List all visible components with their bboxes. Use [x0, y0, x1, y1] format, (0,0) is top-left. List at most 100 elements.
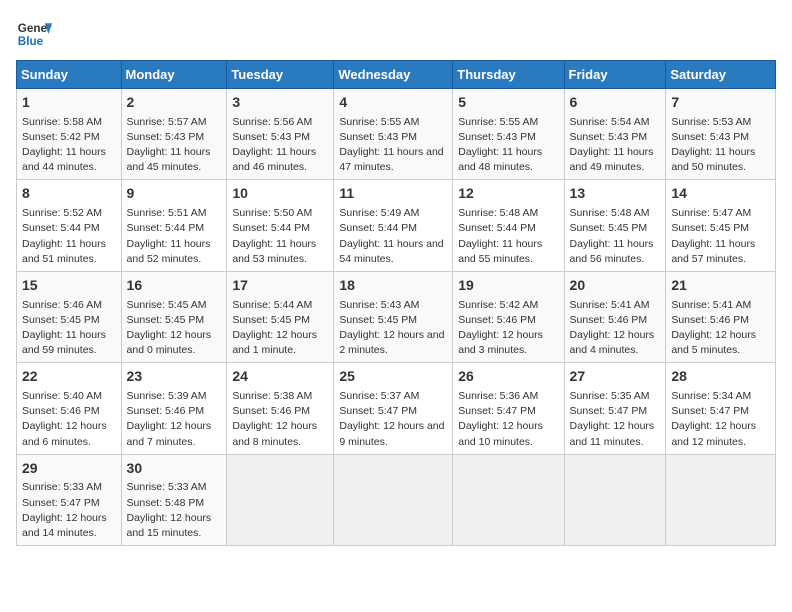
day-info: Sunrise: 5:36 AMSunset: 5:47 PMDaylight:… — [458, 389, 558, 450]
day-number: 24 — [232, 367, 328, 387]
day-number: 8 — [22, 184, 116, 204]
day-header-thursday: Thursday — [453, 61, 564, 89]
day-info: Sunrise: 5:53 AMSunset: 5:43 PMDaylight:… — [671, 115, 770, 176]
calendar-cell: 12 Sunrise: 5:48 AMSunset: 5:44 PMDaylig… — [453, 180, 564, 271]
day-number: 27 — [570, 367, 661, 387]
calendar-cell: 22 Sunrise: 5:40 AMSunset: 5:46 PMDaylig… — [17, 363, 122, 454]
day-header-saturday: Saturday — [666, 61, 776, 89]
day-number: 6 — [570, 93, 661, 113]
calendar-cell: 17 Sunrise: 5:44 AMSunset: 5:45 PMDaylig… — [227, 271, 334, 362]
day-info: Sunrise: 5:54 AMSunset: 5:43 PMDaylight:… — [570, 115, 661, 176]
calendar-cell — [453, 454, 564, 545]
day-number: 26 — [458, 367, 558, 387]
day-number: 11 — [339, 184, 447, 204]
calendar-cell: 5 Sunrise: 5:55 AMSunset: 5:43 PMDayligh… — [453, 89, 564, 180]
day-info: Sunrise: 5:51 AMSunset: 5:44 PMDaylight:… — [127, 206, 222, 267]
calendar-cell: 19 Sunrise: 5:42 AMSunset: 5:46 PMDaylig… — [453, 271, 564, 362]
calendar-cell: 4 Sunrise: 5:55 AMSunset: 5:43 PMDayligh… — [334, 89, 453, 180]
day-number: 25 — [339, 367, 447, 387]
logo-icon: General Blue — [16, 16, 52, 52]
calendar-table: SundayMondayTuesdayWednesdayThursdayFrid… — [16, 60, 776, 546]
day-number: 4 — [339, 93, 447, 113]
page-header: General Blue — [16, 16, 776, 52]
day-info: Sunrise: 5:48 AMSunset: 5:45 PMDaylight:… — [570, 206, 661, 267]
calendar-cell: 3 Sunrise: 5:56 AMSunset: 5:43 PMDayligh… — [227, 89, 334, 180]
day-info: Sunrise: 5:37 AMSunset: 5:47 PMDaylight:… — [339, 389, 447, 450]
calendar-cell — [666, 454, 776, 545]
day-number: 18 — [339, 276, 447, 296]
day-info: Sunrise: 5:58 AMSunset: 5:42 PMDaylight:… — [22, 115, 116, 176]
day-info: Sunrise: 5:57 AMSunset: 5:43 PMDaylight:… — [127, 115, 222, 176]
day-info: Sunrise: 5:55 AMSunset: 5:43 PMDaylight:… — [458, 115, 558, 176]
calendar-cell: 21 Sunrise: 5:41 AMSunset: 5:46 PMDaylig… — [666, 271, 776, 362]
day-number: 12 — [458, 184, 558, 204]
logo: General Blue — [16, 16, 52, 52]
day-number: 9 — [127, 184, 222, 204]
day-number: 20 — [570, 276, 661, 296]
header-row: SundayMondayTuesdayWednesdayThursdayFrid… — [17, 61, 776, 89]
day-info: Sunrise: 5:33 AMSunset: 5:48 PMDaylight:… — [127, 480, 222, 541]
calendar-cell: 28 Sunrise: 5:34 AMSunset: 5:47 PMDaylig… — [666, 363, 776, 454]
day-number: 28 — [671, 367, 770, 387]
day-number: 16 — [127, 276, 222, 296]
calendar-cell: 29 Sunrise: 5:33 AMSunset: 5:47 PMDaylig… — [17, 454, 122, 545]
day-info: Sunrise: 5:50 AMSunset: 5:44 PMDaylight:… — [232, 206, 328, 267]
calendar-cell: 14 Sunrise: 5:47 AMSunset: 5:45 PMDaylig… — [666, 180, 776, 271]
calendar-cell — [334, 454, 453, 545]
day-info: Sunrise: 5:47 AMSunset: 5:45 PMDaylight:… — [671, 206, 770, 267]
calendar-cell — [564, 454, 666, 545]
day-number: 7 — [671, 93, 770, 113]
day-number: 23 — [127, 367, 222, 387]
week-row-1: 1 Sunrise: 5:58 AMSunset: 5:42 PMDayligh… — [17, 89, 776, 180]
svg-text:Blue: Blue — [18, 35, 44, 48]
day-number: 22 — [22, 367, 116, 387]
calendar-cell: 15 Sunrise: 5:46 AMSunset: 5:45 PMDaylig… — [17, 271, 122, 362]
day-number: 10 — [232, 184, 328, 204]
day-number: 30 — [127, 459, 222, 479]
calendar-cell — [227, 454, 334, 545]
day-number: 21 — [671, 276, 770, 296]
day-info: Sunrise: 5:33 AMSunset: 5:47 PMDaylight:… — [22, 480, 116, 541]
day-number: 13 — [570, 184, 661, 204]
day-info: Sunrise: 5:48 AMSunset: 5:44 PMDaylight:… — [458, 206, 558, 267]
day-info: Sunrise: 5:55 AMSunset: 5:43 PMDaylight:… — [339, 115, 447, 176]
calendar-cell: 9 Sunrise: 5:51 AMSunset: 5:44 PMDayligh… — [121, 180, 227, 271]
day-info: Sunrise: 5:49 AMSunset: 5:44 PMDaylight:… — [339, 206, 447, 267]
day-number: 2 — [127, 93, 222, 113]
day-info: Sunrise: 5:56 AMSunset: 5:43 PMDaylight:… — [232, 115, 328, 176]
day-number: 17 — [232, 276, 328, 296]
calendar-cell: 18 Sunrise: 5:43 AMSunset: 5:45 PMDaylig… — [334, 271, 453, 362]
day-info: Sunrise: 5:52 AMSunset: 5:44 PMDaylight:… — [22, 206, 116, 267]
calendar-cell: 24 Sunrise: 5:38 AMSunset: 5:46 PMDaylig… — [227, 363, 334, 454]
calendar-cell: 8 Sunrise: 5:52 AMSunset: 5:44 PMDayligh… — [17, 180, 122, 271]
day-header-tuesday: Tuesday — [227, 61, 334, 89]
day-info: Sunrise: 5:44 AMSunset: 5:45 PMDaylight:… — [232, 298, 328, 359]
day-number: 29 — [22, 459, 116, 479]
day-info: Sunrise: 5:45 AMSunset: 5:45 PMDaylight:… — [127, 298, 222, 359]
day-info: Sunrise: 5:39 AMSunset: 5:46 PMDaylight:… — [127, 389, 222, 450]
calendar-cell: 16 Sunrise: 5:45 AMSunset: 5:45 PMDaylig… — [121, 271, 227, 362]
day-header-monday: Monday — [121, 61, 227, 89]
day-info: Sunrise: 5:34 AMSunset: 5:47 PMDaylight:… — [671, 389, 770, 450]
day-header-wednesday: Wednesday — [334, 61, 453, 89]
day-number: 19 — [458, 276, 558, 296]
calendar-cell: 11 Sunrise: 5:49 AMSunset: 5:44 PMDaylig… — [334, 180, 453, 271]
day-header-sunday: Sunday — [17, 61, 122, 89]
day-info: Sunrise: 5:35 AMSunset: 5:47 PMDaylight:… — [570, 389, 661, 450]
day-info: Sunrise: 5:41 AMSunset: 5:46 PMDaylight:… — [570, 298, 661, 359]
day-info: Sunrise: 5:41 AMSunset: 5:46 PMDaylight:… — [671, 298, 770, 359]
day-info: Sunrise: 5:46 AMSunset: 5:45 PMDaylight:… — [22, 298, 116, 359]
calendar-cell: 23 Sunrise: 5:39 AMSunset: 5:46 PMDaylig… — [121, 363, 227, 454]
calendar-cell: 30 Sunrise: 5:33 AMSunset: 5:48 PMDaylig… — [121, 454, 227, 545]
calendar-cell: 25 Sunrise: 5:37 AMSunset: 5:47 PMDaylig… — [334, 363, 453, 454]
day-number: 1 — [22, 93, 116, 113]
calendar-cell: 7 Sunrise: 5:53 AMSunset: 5:43 PMDayligh… — [666, 89, 776, 180]
calendar-cell: 26 Sunrise: 5:36 AMSunset: 5:47 PMDaylig… — [453, 363, 564, 454]
day-number: 3 — [232, 93, 328, 113]
week-row-3: 15 Sunrise: 5:46 AMSunset: 5:45 PMDaylig… — [17, 271, 776, 362]
day-info: Sunrise: 5:38 AMSunset: 5:46 PMDaylight:… — [232, 389, 328, 450]
day-number: 5 — [458, 93, 558, 113]
day-header-friday: Friday — [564, 61, 666, 89]
day-info: Sunrise: 5:42 AMSunset: 5:46 PMDaylight:… — [458, 298, 558, 359]
day-info: Sunrise: 5:43 AMSunset: 5:45 PMDaylight:… — [339, 298, 447, 359]
